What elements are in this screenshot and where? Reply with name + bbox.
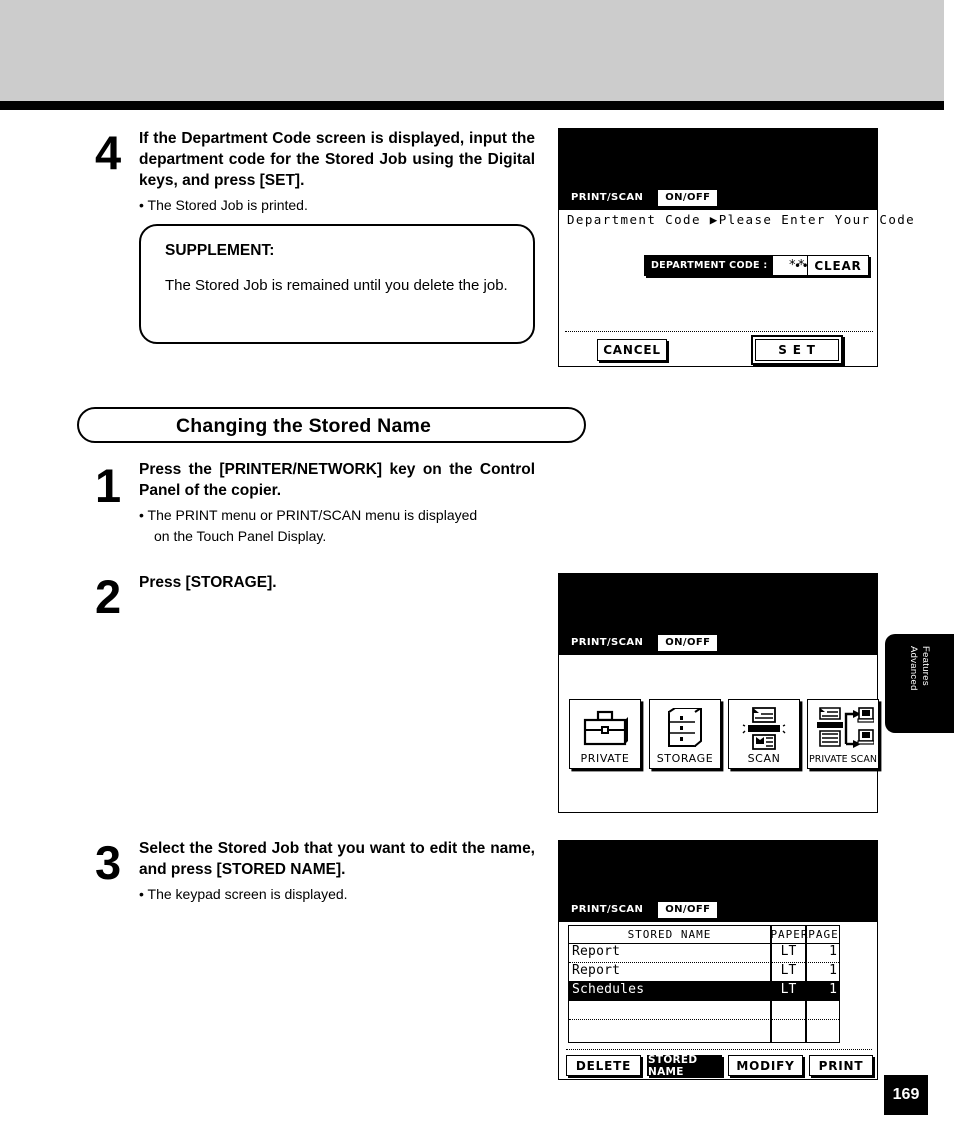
scan-button-label: SCAN [747,752,781,765]
clear-button[interactable]: CLEAR [807,255,869,276]
column-header-paper: PAPER [770,928,809,941]
header-black-rule [0,101,944,110]
row-paper: LT [780,944,797,959]
lcd1-tab-row: PRINT/SCAN ON/OFF [563,189,719,207]
side-tab-advanced-features: Advanced Features [885,634,954,733]
private-button-label: PRIVATE [580,752,630,765]
step-4-heading: If the Department Code screen is display… [139,130,535,189]
lcd-panel-department-code: PRINT/SCAN ON/OFF Department Code ▶Pleas… [558,128,914,367]
cancel-button[interactable]: CANCEL [597,339,667,361]
stored-jobs-table: STORED NAME PAPER PAGE Report LT 1 Repor… [568,925,840,1043]
scan-button[interactable]: SCAN [728,699,800,769]
row-stored-name: Report [572,944,621,959]
lcd1-tab-print-scan[interactable]: PRINT/SCAN [563,189,652,207]
modify-button[interactable]: MODIFY [728,1055,803,1076]
scanner-to-computers-icon [808,706,878,752]
step-3-bullet: • The keypad screen is displayed. [139,886,348,902]
step-3-number: 3 [95,836,121,889]
lcd-panel-print-scan-menu: PRINT/SCAN ON/OFF PRIVATE STORAGE SCAN P… [558,573,879,813]
private-button[interactable]: PRIVATE [569,699,641,769]
table-row[interactable]: Report LT 1 [569,962,839,982]
step-2-heading: Press [STORAGE]. [139,574,277,591]
lcd1-divider [565,331,873,332]
step-1-bullet: • The PRINT menu or PRINT/SCAN menu is d… [139,507,478,523]
step-2-number: 2 [95,570,121,623]
delete-button[interactable]: DELETE [566,1055,641,1076]
side-tab-label-line2: Features [920,646,931,686]
row-page: 1 [829,944,837,959]
lcd2-tab-on-off[interactable]: ON/OFF [657,634,719,652]
storage-button[interactable]: STORAGE [649,699,721,769]
row-page: 1 [829,963,837,978]
manual-page: 4 If the Department Code screen is displ… [0,0,954,1145]
row-paper: LT [780,982,797,997]
step-1-number: 1 [95,459,121,512]
lcd2-tab-print-scan[interactable]: PRINT/SCAN [563,634,652,652]
page-number: 169 [884,1075,928,1115]
step-4-bullet: • The Stored Job is printed. [139,197,308,213]
briefcase-icon [570,706,640,752]
section-title: Changing the Stored Name [176,415,432,437]
supplement-box: SUPPLEMENT: The Stored Job is remained u… [139,224,535,344]
supplement-text: The Stored Job is remained until you del… [165,277,508,294]
lcd3-tab-row: PRINT/SCAN ON/OFF [563,901,719,919]
header-gray-band [0,0,944,101]
scanner-icon [729,706,799,752]
table-row[interactable] [569,1019,839,1038]
lcd2-tab-row: PRINT/SCAN ON/OFF [563,634,719,652]
row-page: 1 [829,982,837,997]
lcd3-divider [566,1049,872,1050]
lcd1-tab-on-off[interactable]: ON/OFF [657,189,719,207]
row-paper: LT [780,963,797,978]
set-button[interactable]: S E T [755,339,839,361]
step-1-heading: Press the [PRINTER/NETWORK] key on the C… [139,461,535,499]
lcd1-status-line: Department Code ▶Please Enter Your Code [567,212,916,227]
step-4-number: 4 [95,126,121,179]
side-tab-label-line1: Advanced [908,646,919,691]
lcd-panel-stored-jobs: PRINT/SCAN ON/OFF STORED NAME PAPER PAGE… [558,840,878,1080]
step-1-bullet-continued: on the Touch Panel Display. [154,528,327,544]
table-header-row: STORED NAME PAPER PAGE [569,926,839,944]
file-cabinet-icon [650,706,720,752]
lcd3-tab-print-scan[interactable]: PRINT/SCAN [563,901,652,919]
private-scan-button-label: PRIVATE SCAN [809,754,877,765]
private-scan-button[interactable]: PRIVATE SCAN [807,699,879,769]
table-row-selected[interactable]: Schedules LT 1 [569,981,839,1001]
supplement-title: SUPPLEMENT: [165,242,275,259]
row-stored-name: Report [572,963,621,978]
table-row[interactable] [569,1000,839,1020]
lcd3-tab-on-off[interactable]: ON/OFF [657,901,719,919]
table-row[interactable]: Report LT 1 [569,943,839,963]
print-button[interactable]: PRINT [809,1055,873,1076]
column-header-page: PAGE [808,928,839,941]
stored-name-button[interactable]: STORED NAME [647,1054,722,1078]
step-3-heading: Select the Stored Job that you want to e… [139,840,535,878]
department-code-label: DEPARTMENT CODE : [645,256,773,275]
storage-button-label: STORAGE [656,752,714,765]
section-banner: Changing the Stored Name [77,407,586,443]
row-stored-name: Schedules [572,982,645,997]
column-header-stored-name: STORED NAME [627,928,712,941]
